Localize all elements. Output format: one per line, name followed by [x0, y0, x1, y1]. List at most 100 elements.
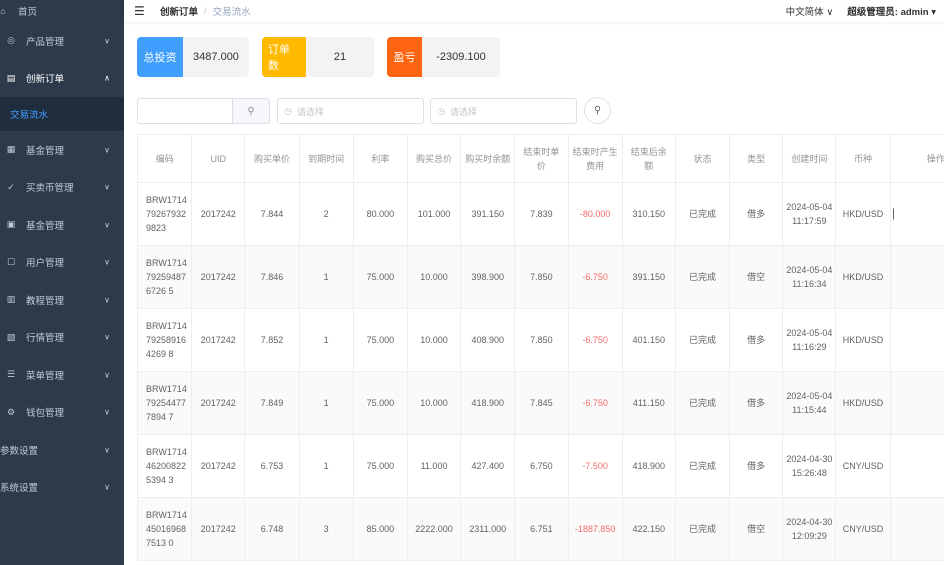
hamburger-icon[interactable]: ☰: [134, 5, 146, 17]
table-cell: 7.850: [514, 245, 569, 309]
caret-down-icon: ▾: [931, 7, 936, 18]
clock-icon: ◷: [437, 105, 445, 116]
table-cell: BRW1714792544777894 7: [137, 371, 193, 435]
breadcrumb: 创新订单 / 交易流水: [160, 4, 251, 19]
order-icon: ▤: [6, 72, 16, 83]
sidebar-item-label: 产品管理: [26, 36, 65, 48]
column-header: 购买单价: [244, 134, 300, 183]
sidebar-item-params[interactable]: 参数设置 ∨: [0, 431, 124, 469]
stat-label: 盈亏: [387, 37, 422, 77]
stat-value: -2309.100: [436, 51, 486, 63]
table-cell: 401.150: [621, 308, 676, 372]
sidebar-item-label: 基金管理: [26, 145, 65, 157]
user-icon: ☐: [6, 256, 16, 267]
action-cell: [889, 182, 944, 246]
table-cell: BRW1714792589164269 8: [137, 308, 193, 372]
sidebar-item-products[interactable]: ◎ 产品管理 ∨: [0, 22, 124, 60]
user-dropdown[interactable]: 超级管理员: admin ▾: [847, 4, 936, 18]
sidebar-item-users[interactable]: ☐ 用户管理 ∨: [0, 244, 124, 282]
table-cell: 7.845: [514, 371, 569, 435]
sidebar-item-label: 基金管理: [26, 220, 65, 232]
sidebar-item-market[interactable]: ▧ 行情管理 ∨: [0, 319, 124, 357]
table-row: BRW1714792544777894 7 2017242 7.849 1 75.000…: [137, 371, 944, 435]
chevron-up-icon: ∧: [104, 73, 110, 83]
end-date-picker[interactable]: ◷ 请选择: [430, 98, 577, 124]
top-navbar: ☰ 创新订单 / 交易流水 中文简体 ∨ 超级管理员: admin ▾: [124, 0, 944, 22]
table-cell: 1: [298, 245, 354, 309]
sidebar-item-funds[interactable]: ▦ 基金管理 ∨: [0, 131, 124, 169]
stat-value: 3487.000: [193, 51, 239, 63]
sidebar-item-menus[interactable]: ☰ 菜单管理 ∨: [0, 356, 124, 394]
table-cell: -1887.850: [567, 497, 623, 561]
table-cell: 85.000: [352, 497, 408, 561]
table-cell: 391.150: [621, 245, 676, 309]
table-cell: 1: [298, 434, 354, 498]
column-header: 类型: [729, 134, 784, 183]
table-cell: -7.500: [567, 434, 623, 498]
home-icon: ⌂: [0, 6, 6, 16]
table-cell: 7.849: [244, 371, 300, 435]
table-cell: 391.150: [460, 182, 516, 246]
search-button[interactable]: ⚲: [232, 98, 270, 124]
table-cell: 10.000: [406, 308, 462, 372]
menu-icon: ☰: [6, 369, 16, 380]
sidebar-subitem-transactions[interactable]: 交易流水: [0, 97, 124, 131]
column-header: 购买时余额: [460, 134, 516, 183]
table-cell: 2017242: [191, 434, 246, 498]
column-header: 结束时单价: [514, 134, 569, 183]
sidebar-item-label: 教程管理: [26, 295, 65, 307]
sidebar-item-label: 参数设置: [0, 445, 39, 457]
table-cell: 1: [298, 371, 354, 435]
breadcrumb-item-orders[interactable]: 创新订单: [160, 4, 198, 18]
search-icon: ⚲: [593, 105, 602, 116]
stat-order-count: 订单数 21: [262, 37, 374, 77]
sidebar-item-tutorials[interactable]: ▥ 教程管理 ∨: [0, 281, 124, 319]
table-cell: CNY/USD: [835, 497, 891, 561]
table-cell: 75.000: [352, 308, 408, 372]
table-cell: 408.900: [460, 308, 516, 372]
sidebar-item-label: 钱包管理: [26, 408, 65, 420]
table-cell: 7.852: [244, 308, 300, 372]
table-cell: 2024-05-04 11:16:29: [782, 308, 837, 372]
sidebar-item-funds-2[interactable]: ▣ 基金管理 ∨: [0, 206, 124, 244]
sidebar-item-label: 创新订单: [26, 74, 65, 86]
chevron-down-icon: ∨: [104, 295, 110, 305]
column-header: 结束后余额: [621, 134, 676, 183]
chevron-down-icon: ∨: [104, 482, 110, 492]
table-cell: 310.150: [621, 182, 676, 246]
table-row: BRW1714792589164269 8 2017242 7.852 1 75.000…: [137, 308, 944, 372]
table-cell: 已完成: [674, 434, 731, 498]
sidebar-item-innovative-orders[interactable]: ▤ 创新订单 ∧: [0, 60, 124, 98]
chevron-down-icon: ∨: [104, 370, 110, 380]
breadcrumb-separator: /: [204, 5, 207, 17]
sidebar-item-wallet[interactable]: ⚙ 钱包管理 ∨: [0, 394, 124, 432]
chevron-down-icon: ∨: [104, 407, 110, 417]
table-cell: -6.750: [567, 245, 623, 309]
sidebar-item-label: 系统设置: [0, 483, 39, 495]
chevron-down-icon: ∨: [104, 332, 110, 342]
table-cell: 1: [298, 308, 354, 372]
table-cell: 2017242: [191, 182, 246, 246]
table-cell: 已完成: [674, 182, 731, 246]
user-label: 超级管理员: admin: [847, 7, 929, 18]
table-cell: 已完成: [674, 371, 731, 435]
sidebar-item-label: 行情管理: [26, 333, 65, 345]
start-date-picker[interactable]: ◷ 请选择: [277, 98, 424, 124]
table-cell: 2024-05-04 11:16:34: [782, 245, 837, 309]
table-cell: 已完成: [674, 308, 731, 372]
sidebar-subitem-label: 交易流水: [10, 110, 49, 121]
table-cell: HKD/USD: [835, 182, 891, 246]
language-select[interactable]: 中文简体 ∨: [786, 4, 834, 18]
table-cell: 6.750: [514, 434, 569, 498]
header-right: 中文简体 ∨ 超级管理员: admin ▾: [786, 0, 936, 22]
table-cell: 427.400: [460, 434, 516, 498]
table-cell: BRW1714450169687513 0: [137, 497, 193, 561]
search-input[interactable]: [137, 98, 233, 124]
table-cell: HKD/USD: [835, 308, 891, 372]
sidebar-item-trade-coins[interactable]: ✓ 买卖币管理 ∨: [0, 169, 124, 207]
query-button[interactable]: ⚲: [584, 97, 611, 124]
sidebar-item-system[interactable]: 系统设置 ∨: [0, 469, 124, 507]
table-cell: 已完成: [674, 497, 731, 561]
table-cell: -80.000: [567, 182, 623, 246]
sidebar-item-home[interactable]: ⌂ 首页: [0, 0, 124, 22]
